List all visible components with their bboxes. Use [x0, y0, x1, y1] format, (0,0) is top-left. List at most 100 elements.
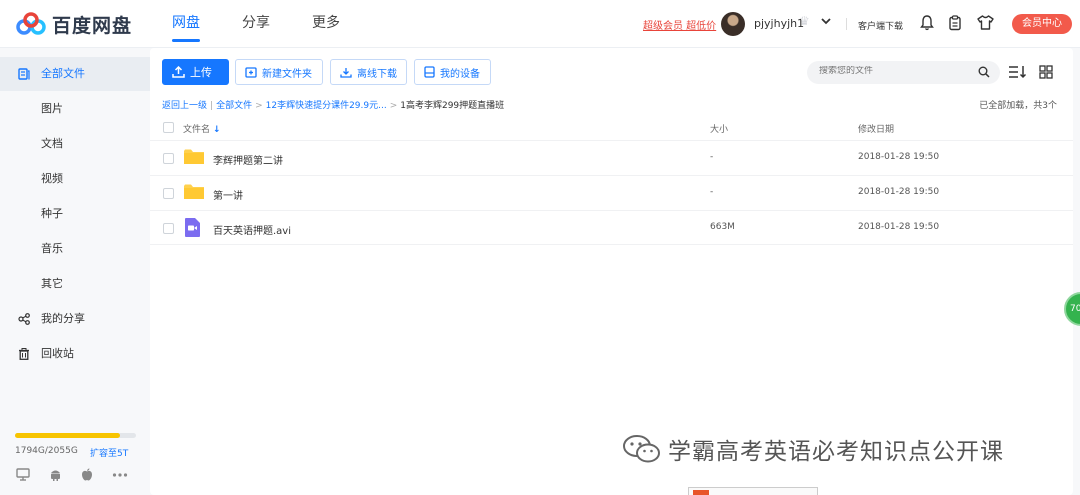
client-download-link[interactable]: 客户端下载: [858, 19, 903, 32]
tshirt-icon[interactable]: [977, 15, 994, 31]
folder-icon: [184, 149, 204, 164]
apple-icon[interactable]: [81, 468, 93, 481]
search-icon[interactable]: [978, 66, 990, 78]
column-header-name[interactable]: 文件名 ↓: [183, 122, 220, 135]
column-header-modified[interactable]: 修改日期: [858, 122, 894, 135]
breadcrumb-item[interactable]: 全部文件: [216, 101, 252, 111]
sidebar-item-images[interactable]: 图片: [0, 92, 150, 126]
sidebar-item-label: 音乐: [41, 242, 63, 255]
more-icon[interactable]: [112, 468, 128, 481]
sidebar-item-all-files[interactable]: 全部文件: [0, 57, 150, 91]
bell-icon[interactable]: [920, 15, 936, 31]
nav-share[interactable]: 分享: [242, 0, 270, 48]
nav-more[interactable]: 更多: [312, 0, 340, 48]
my-devices-label: 我的设备: [440, 68, 480, 80]
my-devices-button[interactable]: 我的设备: [414, 59, 491, 85]
storage-bar: [15, 433, 136, 438]
vip-center-button[interactable]: 会员中心: [1012, 14, 1072, 34]
search-input[interactable]: [819, 66, 969, 76]
file-modified: 2018-01-28 19:50: [858, 152, 940, 162]
new-folder-icon: [245, 66, 257, 78]
vip-crown-icon: ♛: [799, 14, 810, 28]
sidebar-item-label: 文档: [41, 137, 63, 150]
breadcrumb-separator: >: [255, 101, 263, 111]
breadcrumb-current: 1高考李辉299押题直播班: [400, 101, 505, 111]
offline-download-label: 离线下载: [357, 68, 397, 80]
column-header-size[interactable]: 大小: [710, 122, 728, 135]
desktop-icon[interactable]: [16, 468, 30, 481]
file-name[interactable]: 第一讲: [213, 187, 243, 202]
sidebar-item-music[interactable]: 音乐: [0, 232, 150, 266]
file-name[interactable]: 百天英语押题.avi: [213, 222, 291, 237]
load-status: 已全部加载，共3个: [979, 101, 1057, 111]
row-checkbox[interactable]: [163, 188, 174, 199]
watermark-text: 学霸高考英语必考知识点公开课: [668, 439, 1004, 465]
sidebar-item-docs[interactable]: 文档: [0, 127, 150, 161]
sidebar-item-label: 种子: [41, 207, 63, 220]
select-all-checkbox[interactable]: [163, 122, 174, 133]
sort-arrow-icon: ↓: [212, 125, 221, 135]
bottom-partial-window: [688, 487, 818, 495]
sidebar-item-label: 其它: [41, 277, 63, 290]
partial-red-block: [693, 490, 709, 495]
video-file-icon: [185, 218, 200, 237]
storage-fill: [15, 433, 121, 438]
avatar[interactable]: [721, 12, 745, 36]
sidebar-item-recycle-bin[interactable]: 回收站: [0, 337, 150, 371]
username[interactable]: pjyjhyjh1: [754, 17, 804, 30]
file-name[interactable]: 李辉押题第二讲: [213, 152, 283, 167]
nav-netdisk[interactable]: 网盘: [172, 0, 200, 48]
folder-icon: [184, 184, 204, 199]
share-icon: [18, 313, 30, 325]
file-size: 663M: [710, 222, 735, 232]
breadcrumb: 返回上一级 | 全部文件 >12李辉快速提分课件29.9元... >1高考李辉299押题…: [162, 98, 504, 111]
file-panel: 上传 新建文件夹 离线下载 我的设备 返回上一级|全部文件>12李辉快速提分课件…: [150, 48, 1073, 495]
upload-label: 上传: [190, 66, 212, 79]
files-icon: [18, 68, 30, 80]
table-row[interactable]: 第一讲 - 2018-01-28 19:50: [150, 175, 1073, 210]
sidebar-item-label: 回收站: [41, 347, 74, 360]
baidu-netdisk-logo[interactable]: 百度网盘: [16, 11, 132, 38]
device-icon: [424, 66, 435, 78]
column-name-label: 文件名: [183, 125, 211, 135]
breadcrumb-back[interactable]: 返回上一级: [162, 101, 207, 111]
offline-download-button[interactable]: 离线下载: [330, 59, 407, 85]
file-size: -: [710, 187, 714, 197]
file-size: -: [710, 152, 714, 162]
sidebar-item-label: 全部文件: [41, 67, 85, 80]
trash-icon: [19, 348, 29, 360]
row-checkbox[interactable]: [163, 223, 174, 234]
new-folder-label: 新建文件夹: [262, 68, 312, 80]
watermark: 学霸高考英语必考知识点公开课: [620, 432, 1004, 466]
chevron-down-icon[interactable]: [821, 15, 831, 28]
grid-view-icon[interactable]: [1039, 65, 1053, 79]
sidebar-item-videos[interactable]: 视频: [0, 162, 150, 196]
wechat-icon: [623, 435, 660, 463]
file-modified: 2018-01-28 19:50: [858, 187, 940, 197]
sidebar-item-other[interactable]: 其它: [0, 267, 150, 301]
breadcrumb-item[interactable]: 12李辉快速提分课件29.9元...: [266, 101, 387, 111]
table-row[interactable]: 李辉押题第二讲 - 2018-01-28 19:50: [150, 140, 1073, 175]
device-icons: [16, 468, 128, 481]
upload-button[interactable]: 上传: [162, 59, 229, 85]
sort-icon[interactable]: [1008, 65, 1028, 79]
sidebar-item-label: 图片: [41, 102, 63, 115]
logo-text: 百度网盘: [52, 15, 133, 37]
expand-storage-link[interactable]: 扩容至5T: [90, 446, 128, 459]
divider: [846, 18, 847, 30]
breadcrumb-separator: >: [389, 101, 398, 111]
sidebar-item-label: 视频: [41, 172, 63, 185]
download-icon: [340, 67, 352, 78]
sidebar-item-torrents[interactable]: 种子: [0, 197, 150, 231]
table-row[interactable]: 百天英语押题.avi 663M 2018-01-28 19:50: [150, 210, 1073, 245]
storage-usage: 1794G/2055G: [15, 446, 78, 456]
row-checkbox[interactable]: [163, 153, 174, 164]
top-header: 百度网盘 网盘 分享 更多 超级会员 超低价 pjyjhyjh1 ♛ 客户端下载…: [0, 0, 1080, 48]
sidebar: 全部文件 图片 文档 视频 种子 音乐 其它 我的分享 回收站 1794G/20…: [0, 48, 150, 495]
file-modified: 2018-01-28 19:50: [858, 222, 940, 232]
sidebar-item-my-share[interactable]: 我的分享: [0, 302, 150, 336]
new-folder-button[interactable]: 新建文件夹: [235, 59, 323, 85]
android-icon[interactable]: [49, 468, 62, 481]
super-vip-link[interactable]: 超级会员 超低价: [643, 17, 716, 32]
clipboard-icon[interactable]: [948, 15, 964, 31]
